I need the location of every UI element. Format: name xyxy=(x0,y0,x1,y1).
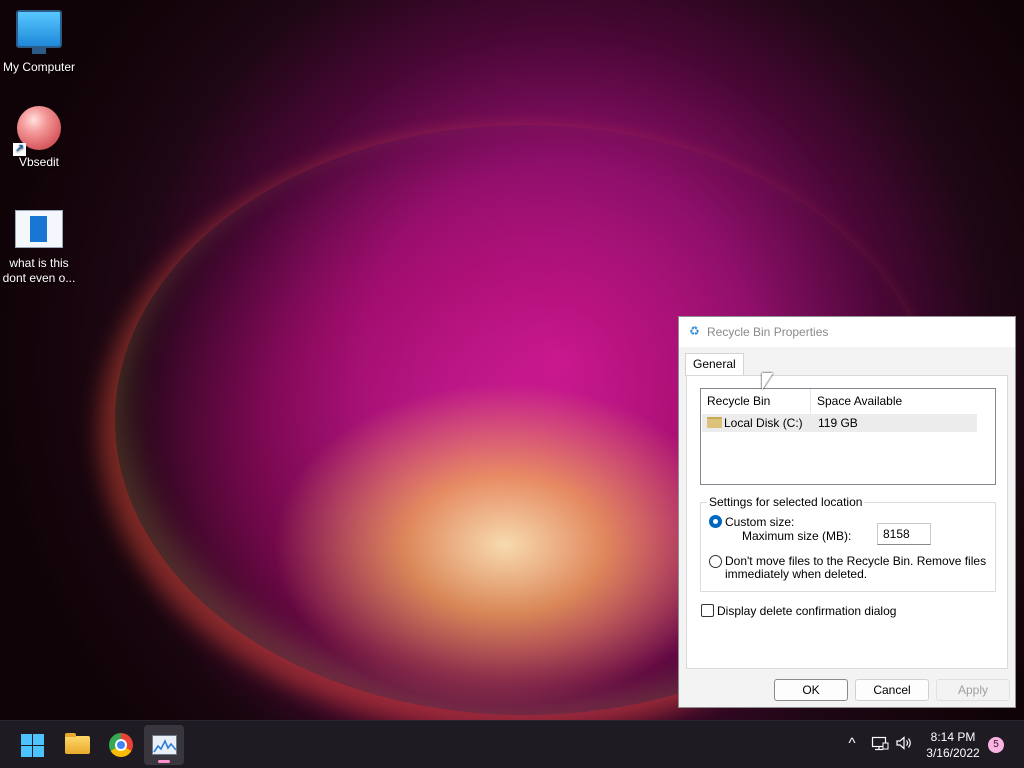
clock-date: 3/16/2022 xyxy=(926,746,980,760)
space-cell: 119 GB xyxy=(818,416,858,430)
folder-icon xyxy=(65,733,90,754)
taskbar-file-explorer[interactable] xyxy=(57,725,97,765)
max-size-input[interactable] xyxy=(877,523,931,545)
list-header: Recycle Bin Location Space Available xyxy=(701,389,995,432)
vbsedit-ball-icon: ↗ xyxy=(13,106,61,156)
document-icon xyxy=(15,210,63,248)
max-size-label: Maximum size (MB): xyxy=(742,529,852,543)
chevron-up-icon[interactable]: ^ xyxy=(842,735,862,753)
taskbar: ^ 8:14 PM 3/16/2022 5 xyxy=(0,720,1024,768)
tab-general[interactable]: General xyxy=(685,353,744,376)
general-tab-panel: Recycle Bin Location Space Available Loc… xyxy=(686,375,1008,669)
clock-time: 8:14 PM xyxy=(930,730,976,744)
desktop-icon-label: Vbsedit xyxy=(18,155,60,169)
notification-badge[interactable]: 5 xyxy=(988,737,1004,753)
mouse-cursor-icon xyxy=(762,373,773,390)
dialog-title: Recycle Bin Properties xyxy=(707,325,829,339)
location-cell: Local Disk (C:) xyxy=(724,416,803,430)
column-header-location[interactable]: Recycle Bin Location xyxy=(701,389,811,432)
apply-button[interactable]: Apply xyxy=(936,679,1010,701)
desktop-icon-my-computer[interactable]: My Computer xyxy=(0,10,78,75)
delete-confirmation-label[interactable]: Display delete confirmation dialog xyxy=(717,604,896,618)
list-item[interactable]: Local Disk (C:) 119 GB xyxy=(702,414,977,432)
monitor-icon xyxy=(16,10,62,54)
dont-move-files-label-line2[interactable]: immediately when deleted. xyxy=(725,567,867,581)
settings-groupbox: Settings for selected location Custom si… xyxy=(700,495,996,592)
volume-icon[interactable] xyxy=(894,735,914,756)
desktop-icon-vbsedit[interactable]: ↗ Vbsedit xyxy=(0,106,78,170)
shortcut-arrow-icon: ↗ xyxy=(13,143,26,156)
dont-move-files-label-line1[interactable]: Don't move files to the Recycle Bin. Rem… xyxy=(725,554,986,568)
recycle-bin-location-list[interactable]: Recycle Bin Location Space Available Loc… xyxy=(700,388,996,485)
start-button[interactable] xyxy=(12,725,52,765)
ok-button[interactable]: OK xyxy=(774,679,848,701)
desktop-icon-label: what is this dont even o... xyxy=(2,256,76,285)
cancel-button[interactable]: Cancel xyxy=(855,679,929,701)
column-header-space[interactable]: Space Available xyxy=(811,389,931,413)
performance-monitor-icon xyxy=(152,735,177,755)
taskbar-performance-monitor[interactable] xyxy=(144,725,184,765)
dont-move-files-radio[interactable] xyxy=(709,555,722,568)
windows-logo-icon xyxy=(21,734,44,757)
recycle-bin-properties-dialog: ♻ Recycle Bin Properties General Recycle… xyxy=(678,316,1016,708)
dialog-titlebar[interactable]: ♻ Recycle Bin Properties xyxy=(679,317,1015,347)
taskbar-clock[interactable]: 8:14 PM 3/16/2022 xyxy=(920,729,986,761)
settings-group-label: Settings for selected location xyxy=(707,495,865,509)
recycle-bin-icon: ♻ xyxy=(689,324,700,338)
desktop-icon-document[interactable]: what is this dont even o... xyxy=(0,210,78,286)
network-icon[interactable] xyxy=(870,735,890,756)
custom-size-label[interactable]: Custom size: xyxy=(725,515,794,529)
chrome-icon xyxy=(109,733,133,757)
desktop-icon-label: My Computer xyxy=(2,60,76,74)
folder-icon xyxy=(707,417,722,428)
delete-confirmation-checkbox[interactable] xyxy=(701,604,714,617)
active-indicator xyxy=(158,760,170,763)
taskbar-chrome[interactable] xyxy=(101,725,141,765)
custom-size-radio[interactable] xyxy=(709,515,722,528)
